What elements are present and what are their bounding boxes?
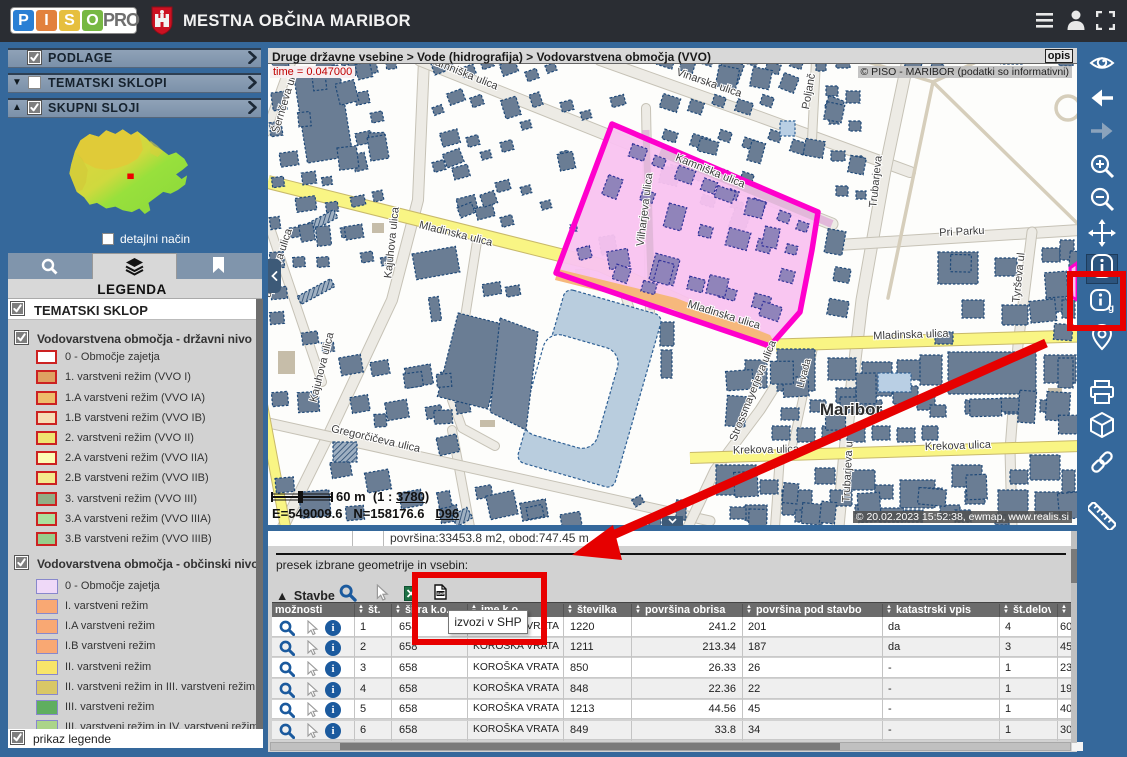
svg-text:Krekova ulica: Krekova ulica [733,443,800,456]
svg-text:Trubarjeva u: Trubarjeva u [840,441,855,503]
svg-text:Kamniška ulica: Kamniška ulica [427,64,501,93]
svg-text:Pri Parku: Pri Parku [939,225,985,239]
svg-text:Krekova ulica: Krekova ulica [925,439,992,453]
svg-text:Maribor: Maribor [820,400,883,419]
